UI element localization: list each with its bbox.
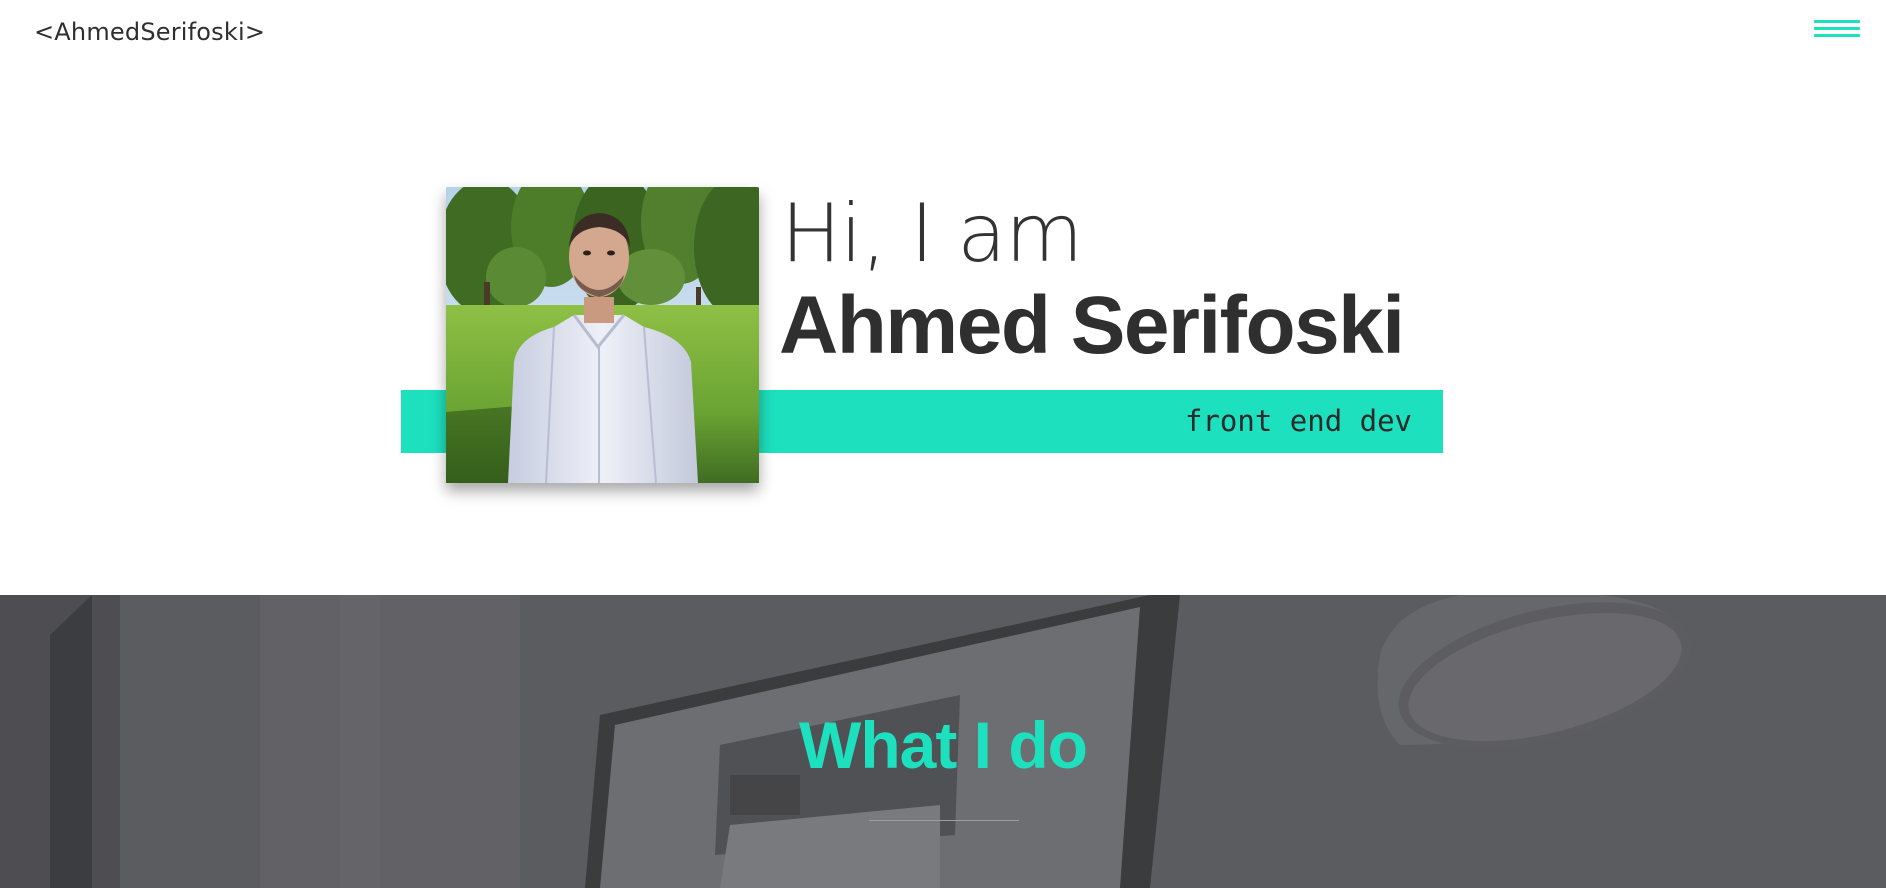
section-title: What I do	[799, 708, 1088, 782]
hamburger-icon-line	[1814, 27, 1860, 30]
profile-photo	[446, 187, 759, 483]
site-logo[interactable]: <AhmedSerifoski>	[34, 18, 265, 46]
title-divider	[869, 820, 1019, 821]
menu-button[interactable]	[1814, 18, 1862, 42]
hamburger-icon-line	[1814, 34, 1860, 37]
hero-greeting: Hi, I am	[781, 187, 1083, 280]
hero-name: Ahmed Serifoski	[779, 280, 1405, 371]
page: <AhmedSerifoski> front end dev Hi, I am …	[0, 0, 1886, 888]
hamburger-icon-line	[1814, 20, 1860, 23]
what-i-do-section: What I do	[0, 595, 1886, 888]
role-text: front end dev	[1185, 404, 1412, 438]
